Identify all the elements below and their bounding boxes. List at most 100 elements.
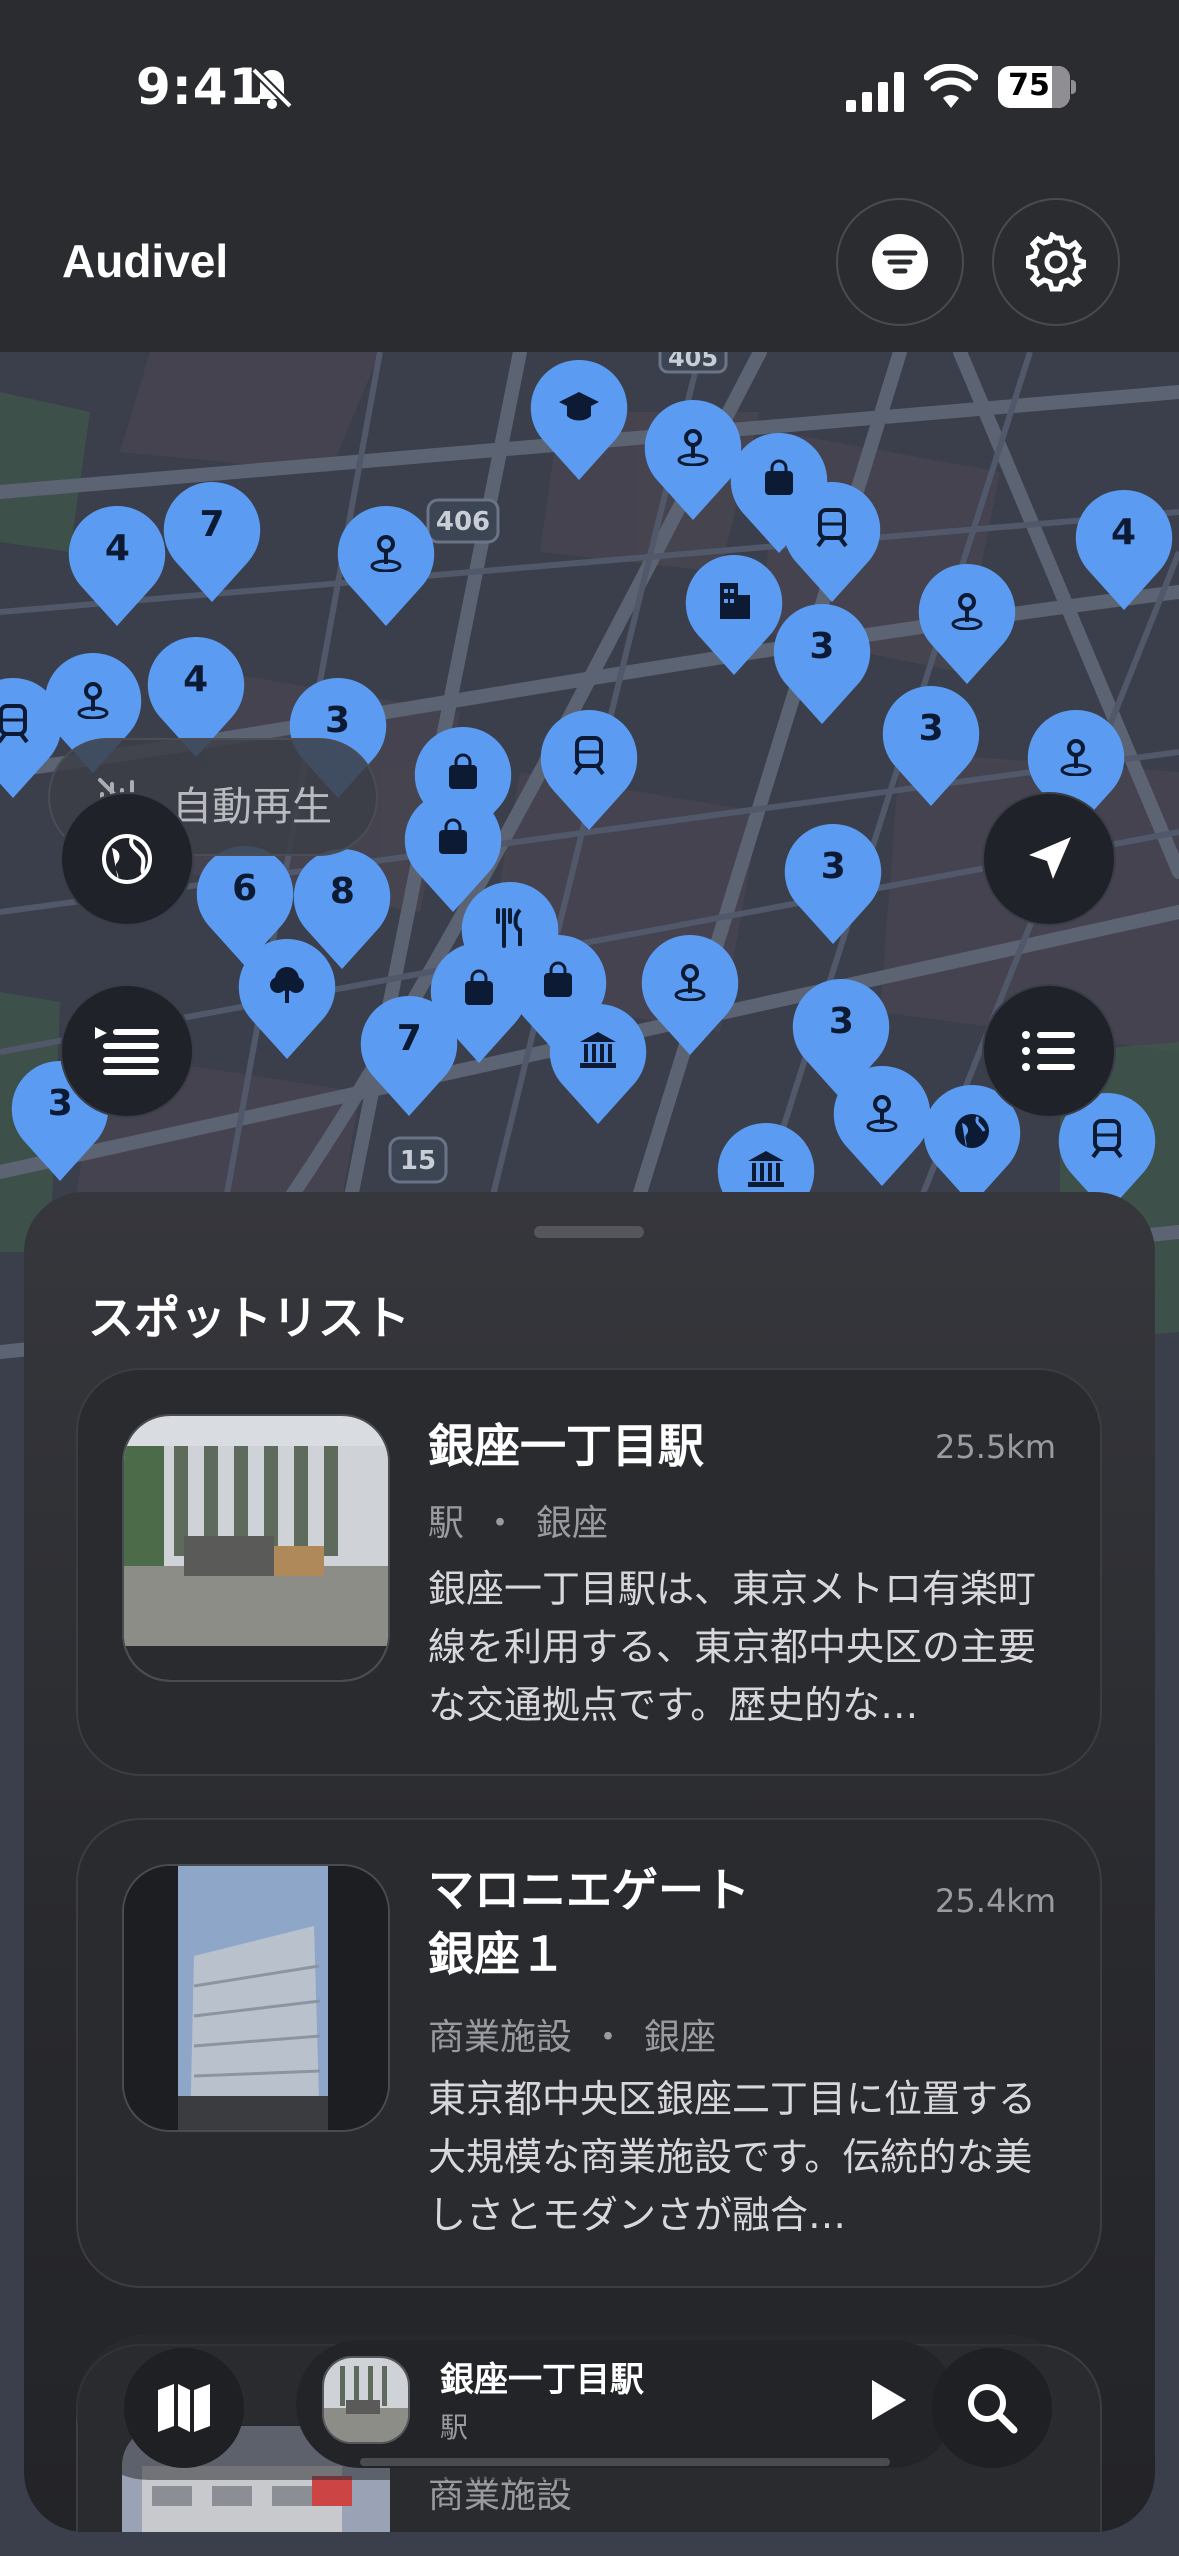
poi-pin[interactable] bbox=[832, 1064, 932, 1188]
poi-pin[interactable] bbox=[640, 933, 740, 1057]
building-icon bbox=[719, 583, 750, 620]
spot-distance: 25.4km bbox=[935, 1882, 1056, 1920]
poi-pin[interactable] bbox=[529, 358, 629, 482]
map-pin-icon bbox=[951, 592, 983, 630]
spot-description: 東京都中央区銀座二丁目に位置する大規模な商業施設です。伝統的な美しさとモダンさが… bbox=[428, 2077, 1037, 2237]
location-arrow-icon bbox=[1029, 837, 1071, 879]
cluster-pin[interactable]: 4 bbox=[1074, 488, 1174, 612]
cluster-count: 3 bbox=[918, 707, 944, 749]
cluster-count: 7 bbox=[396, 1017, 422, 1059]
status-bar: 9:41 75 bbox=[0, 58, 1179, 118]
search-button[interactable] bbox=[932, 2348, 1052, 2468]
shopping-bag-icon bbox=[439, 818, 468, 854]
search-icon bbox=[968, 2384, 1018, 2434]
cluster-count: 3 bbox=[325, 699, 351, 741]
globe-button[interactable] bbox=[60, 792, 194, 926]
svg-text:15: 15 bbox=[400, 1146, 436, 1176]
wifi-icon bbox=[924, 64, 978, 108]
now-playing-bar[interactable]: 銀座一丁目駅 駅 bbox=[296, 2340, 956, 2468]
spot-name: マロニエゲート銀座１ bbox=[428, 1863, 750, 1981]
shopping-bag-icon bbox=[449, 753, 478, 789]
filter-icon bbox=[872, 234, 928, 290]
status-time: 9:41 bbox=[136, 58, 265, 116]
train-icon bbox=[0, 703, 29, 743]
play-icon[interactable] bbox=[856, 2370, 916, 2430]
cluster-count: 8 bbox=[329, 870, 355, 912]
train-icon bbox=[1091, 1119, 1123, 1159]
globe-icon bbox=[954, 1114, 989, 1149]
cellular-signal-icon bbox=[846, 72, 904, 112]
now-playing-thumbnail bbox=[322, 2356, 410, 2444]
train-icon bbox=[816, 507, 848, 548]
svg-text:406: 406 bbox=[436, 507, 490, 537]
cluster-pin[interactable]: 3 bbox=[881, 684, 981, 808]
spot-area: 銀座 bbox=[644, 2017, 717, 2058]
sheet-title: スポットリスト bbox=[88, 1291, 410, 1345]
poi-pin[interactable] bbox=[548, 1002, 648, 1126]
poi-pin[interactable] bbox=[237, 937, 337, 1061]
cluster-count: 3 bbox=[820, 846, 846, 888]
poi-pin[interactable] bbox=[917, 562, 1017, 686]
poi-pin[interactable] bbox=[336, 504, 436, 628]
spot-distance: 25.5km bbox=[935, 1428, 1056, 1466]
cluster-count: 4 bbox=[183, 658, 209, 700]
list-collapse-icon bbox=[95, 1027, 159, 1075]
battery-indicator: 75 bbox=[998, 66, 1076, 108]
spot-name: 銀座一丁目駅 bbox=[428, 1419, 704, 1473]
playback-progress[interactable] bbox=[360, 2458, 890, 2466]
map-icon bbox=[158, 2384, 210, 2432]
poi-pin[interactable] bbox=[539, 708, 639, 832]
bank-icon bbox=[580, 1031, 617, 1068]
shopping-bag-icon bbox=[465, 969, 494, 1006]
cluster-count: 4 bbox=[1111, 512, 1137, 554]
map-pin-icon bbox=[1060, 739, 1092, 777]
map-pin-icon bbox=[674, 964, 706, 1002]
globe-icon bbox=[102, 834, 152, 884]
cluster-count: 3 bbox=[809, 626, 835, 668]
list-view-button[interactable] bbox=[982, 984, 1116, 1118]
spot-category: 駅 bbox=[428, 1503, 465, 1544]
graduation-cap-icon bbox=[558, 391, 599, 421]
spot-thumbnail bbox=[122, 1414, 390, 1682]
poi-pin[interactable] bbox=[684, 553, 784, 677]
cluster-count: 6 bbox=[232, 867, 258, 909]
now-playing-title: 銀座一丁目駅 bbox=[440, 2360, 644, 2400]
sheet-grabber[interactable] bbox=[534, 1226, 644, 1238]
map-pin-icon bbox=[370, 535, 402, 573]
spot-thumbnail bbox=[122, 1864, 390, 2132]
spot-description: 銀座一丁目駅は、東京メトロ有楽町線を利用する、東京都中央区の主要な交通拠点です。… bbox=[428, 1567, 1037, 1727]
spot-meta: 駅・銀座 bbox=[428, 1503, 609, 1544]
map-pin-icon bbox=[77, 682, 109, 720]
toggle-list-button[interactable] bbox=[60, 984, 194, 1118]
cluster-pin[interactable]: 4 bbox=[67, 504, 167, 628]
poi-pin[interactable] bbox=[782, 480, 882, 604]
spot-category: 商業施設 bbox=[428, 2017, 573, 2058]
spot-area: 銀座 bbox=[536, 1503, 609, 1544]
cluster-pin[interactable]: 7 bbox=[359, 994, 459, 1118]
bank-icon bbox=[748, 1150, 785, 1187]
battery-level: 75 bbox=[1008, 68, 1050, 103]
cluster-count: 3 bbox=[828, 1001, 854, 1043]
svg-text:405: 405 bbox=[668, 352, 718, 372]
cluster-pin[interactable]: 3 bbox=[772, 602, 872, 726]
map-pin-icon bbox=[677, 429, 709, 467]
map-tab-button[interactable] bbox=[124, 2348, 244, 2468]
settings-button[interactable] bbox=[992, 198, 1120, 326]
bell-slash-icon bbox=[251, 67, 293, 109]
map-pin-icon bbox=[866, 1094, 898, 1132]
spot-list-sheet[interactable]: スポットリスト 銀座一丁目駅 25.5km 駅・銀座 銀座一丁目駅は、東京メトロ… bbox=[24, 1192, 1155, 2532]
app-title: Audivel bbox=[62, 235, 229, 287]
cluster-pin[interactable]: 7 bbox=[162, 480, 262, 604]
tree-icon bbox=[270, 966, 304, 1003]
cluster-pin[interactable]: 3 bbox=[783, 822, 883, 946]
cluster-count: 4 bbox=[104, 528, 130, 570]
shopping-bag-icon bbox=[543, 961, 572, 998]
gear-icon bbox=[1026, 232, 1086, 292]
filter-button[interactable] bbox=[836, 198, 964, 326]
bottom-toolbar: 銀座一丁目駅 駅 bbox=[76, 2334, 1080, 2480]
spot-card[interactable]: マロニエゲート銀座１ 25.4km 商業施設・銀座 東京都中央区銀座二丁目に位置… bbox=[76, 1818, 1102, 2288]
locate-me-button[interactable] bbox=[982, 792, 1116, 926]
list-icon bbox=[1022, 1031, 1075, 1071]
poi-pin[interactable] bbox=[643, 398, 743, 522]
spot-card[interactable]: 銀座一丁目駅 25.5km 駅・銀座 銀座一丁目駅は、東京メトロ有楽町線を利用す… bbox=[76, 1368, 1102, 1776]
